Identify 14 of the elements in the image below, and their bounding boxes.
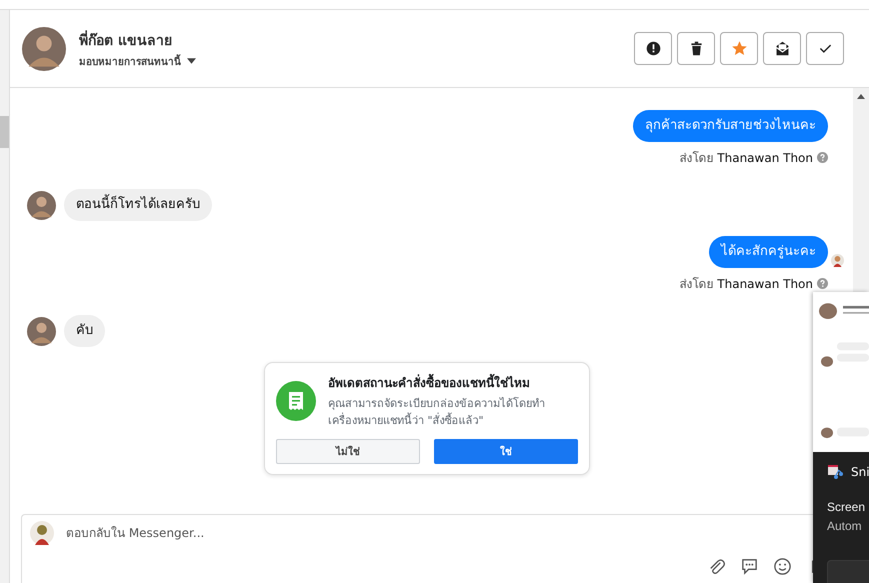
prompt-text: คุณสามารถจัดระเบียบกล่องข้อความได้โดยทำเครื่องหมายแชทนี้ว่า "สั่งซื้อแล้ว": [328, 396, 546, 429]
sender-name: Thanawan Thon: [717, 276, 813, 290]
notification-text: Autom: [827, 518, 863, 535]
prompt-title: อัพเดตสถานะคำสั่งซื้อของแชทนี้ใช่ไหม: [328, 373, 578, 392]
sender-name: Thanawan Thon: [717, 150, 813, 164]
message-bubble: คับ: [64, 315, 105, 347]
contact-name: พี่ก๊อต แขนลาย: [79, 28, 634, 50]
notification-text: Screen: [827, 499, 866, 516]
sent-by-label: ส่งโดย: [679, 150, 714, 167]
message-bubble: ลุกค้าสะดวกรับสายช่วงไหนคะ: [633, 110, 828, 142]
app-title: Sni: [851, 465, 869, 479]
message-bubble: ตอนนี้ก็โทรได้เลยครับ: [64, 189, 212, 221]
message-bubble: ได้คะสักครู่นะคะ: [709, 236, 828, 268]
sent-by-label: ส่งโดย: [679, 276, 714, 293]
